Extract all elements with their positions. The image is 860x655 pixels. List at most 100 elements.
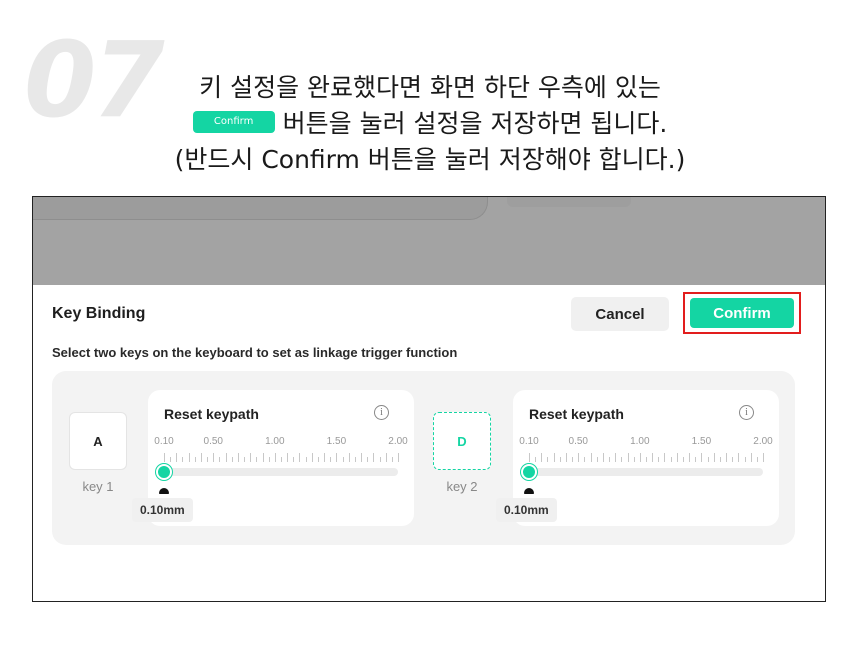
slider-tick-mark bbox=[615, 453, 617, 462]
key-2-keycap[interactable]: D bbox=[433, 412, 491, 470]
slider-tick-mark bbox=[250, 453, 252, 462]
slider-tick-mark bbox=[541, 453, 543, 462]
slider-tick-mark bbox=[274, 453, 276, 462]
key-1-slider-track[interactable] bbox=[164, 468, 398, 476]
slider-tick-mark bbox=[237, 453, 239, 462]
slider-tick-mark bbox=[732, 457, 734, 462]
slider-tick-mark bbox=[695, 457, 697, 462]
instruction-text: 키 설정을 완료했다면 화면 하단 우측에 있는 Confirm 버튼을 눌러 설… bbox=[0, 70, 860, 178]
slider-tick-mark bbox=[763, 453, 764, 462]
slider-tick-label: 1.50 bbox=[326, 436, 347, 447]
slider-tick-mark bbox=[213, 453, 215, 462]
dialog-subtitle: Select two keys on the keyboard to set a… bbox=[52, 345, 458, 360]
slider-tick-label: 1.00 bbox=[265, 436, 285, 447]
slider-tick-mark bbox=[578, 453, 580, 462]
slider-tick-mark bbox=[535, 457, 537, 462]
slider-tick-mark bbox=[756, 457, 758, 462]
key-1-keycap[interactable]: A bbox=[69, 412, 127, 470]
slider-tick-mark bbox=[584, 457, 586, 462]
slider-tick-mark bbox=[367, 457, 369, 462]
slider-tick-mark bbox=[170, 457, 172, 462]
slider-tick-label: 0.50 bbox=[568, 436, 588, 447]
slider-tick-mark bbox=[676, 453, 678, 462]
screenshot-frame: Key Binding Cancel Confirm Select two ke… bbox=[32, 196, 826, 602]
slider-tick-mark bbox=[689, 453, 691, 462]
slider-tick-mark bbox=[701, 453, 703, 462]
slider-tick-label: 2.00 bbox=[388, 436, 408, 447]
slider-tick-mark bbox=[744, 457, 746, 462]
slider-tick-label: 0.10 bbox=[154, 436, 174, 447]
slider-tick-mark bbox=[354, 457, 356, 462]
confirm-highlight-box: Confirm bbox=[683, 292, 801, 334]
slider-tick-mark bbox=[646, 457, 647, 462]
key-binding-dialog: Key Binding Cancel Confirm Select two ke… bbox=[33, 285, 825, 601]
instruction-line-1: 키 설정을 완료했다면 화면 하단 우측에 있는 bbox=[199, 73, 661, 102]
slider-tick-mark bbox=[639, 453, 641, 462]
slider-tick-mark bbox=[336, 453, 338, 462]
slider-tick-mark bbox=[342, 457, 344, 462]
slider-tick-mark bbox=[182, 457, 184, 462]
key-2-slider-track[interactable] bbox=[529, 468, 763, 476]
inline-confirm-button-illustration: Confirm bbox=[192, 111, 275, 133]
slider-tick-mark bbox=[658, 457, 660, 462]
slider-tick-mark bbox=[305, 457, 307, 462]
key-1-value-badge: 0.10mm bbox=[132, 498, 193, 522]
slider-tick-label: 0.50 bbox=[203, 436, 223, 447]
instruction-line-2: Confirm 버튼을 눌러 설정을 저장하면 됩니다. bbox=[0, 106, 860, 142]
slider-tick-mark bbox=[164, 453, 165, 462]
slider-tick-mark bbox=[219, 457, 221, 462]
background-tab bbox=[507, 197, 631, 207]
slider-tick-mark bbox=[707, 457, 709, 462]
slider-tick-mark bbox=[398, 453, 399, 462]
cancel-button[interactable]: Cancel bbox=[571, 297, 669, 331]
slider-tick-mark bbox=[572, 457, 574, 462]
slider-tick-mark bbox=[317, 457, 319, 462]
slider-pointer-icon bbox=[159, 488, 169, 494]
slider-tick-mark bbox=[633, 457, 635, 462]
slider-tick-mark bbox=[627, 453, 629, 462]
slider-tick-mark bbox=[738, 453, 740, 462]
slider-tick-mark bbox=[348, 453, 350, 462]
slider-tick-mark bbox=[281, 457, 282, 462]
slider-tick-mark bbox=[244, 457, 246, 462]
slider-tick-mark bbox=[682, 457, 684, 462]
slider-tick-mark bbox=[529, 453, 530, 462]
slider-tick-mark bbox=[664, 453, 666, 462]
key-2-value-badge: 0.10mm bbox=[496, 498, 557, 522]
slider-tick-mark bbox=[231, 457, 233, 462]
slider-tick-mark bbox=[621, 457, 623, 462]
slider-tick-mark bbox=[225, 453, 227, 462]
slider-tick-mark bbox=[713, 453, 715, 462]
slider-tick-mark bbox=[268, 457, 270, 462]
instruction-line-2-text: 버튼을 눌러 설정을 저장하면 됩니다. bbox=[282, 109, 668, 138]
slider-tick-mark bbox=[299, 453, 301, 462]
key-2-label: key 2 bbox=[446, 479, 478, 494]
background-panel bbox=[33, 197, 488, 220]
slider-tick-mark bbox=[553, 453, 555, 462]
slider-tick-mark bbox=[565, 453, 567, 462]
slider-tick-mark bbox=[652, 453, 654, 462]
slider-tick-mark bbox=[379, 457, 381, 462]
slider-tick-mark bbox=[361, 453, 363, 462]
key-2-slider-handle[interactable] bbox=[521, 464, 537, 480]
slider-tick-mark bbox=[726, 453, 728, 462]
slider-tick-mark bbox=[391, 457, 393, 462]
slider-tick-mark bbox=[188, 453, 190, 462]
key-binding-panel: A key 1 Reset keypath i 0.10 0.50 1.00 1.50… bbox=[52, 371, 795, 545]
dialog-title: Key Binding bbox=[52, 305, 146, 322]
confirm-button[interactable]: Confirm bbox=[690, 298, 794, 328]
slider-pointer-icon bbox=[524, 488, 534, 494]
slider-tick-mark bbox=[670, 457, 672, 462]
slider-tick-mark bbox=[385, 453, 387, 462]
slider-tick-mark bbox=[324, 453, 326, 462]
slider-tick-mark bbox=[256, 457, 258, 462]
dimmed-background bbox=[33, 197, 825, 285]
slider-tick-mark bbox=[602, 453, 604, 462]
slider-tick-mark bbox=[547, 457, 549, 462]
key-1-slider-handle[interactable] bbox=[156, 464, 172, 480]
slider-tick-mark bbox=[596, 457, 598, 462]
instruction-line-3: (반드시 Confirm 버튼을 눌러 저장해야 합니다.) bbox=[174, 145, 686, 174]
slider-tick-mark bbox=[200, 453, 202, 462]
slider-tick-mark bbox=[262, 453, 264, 462]
slider-tick-label: 0.10 bbox=[519, 436, 539, 447]
